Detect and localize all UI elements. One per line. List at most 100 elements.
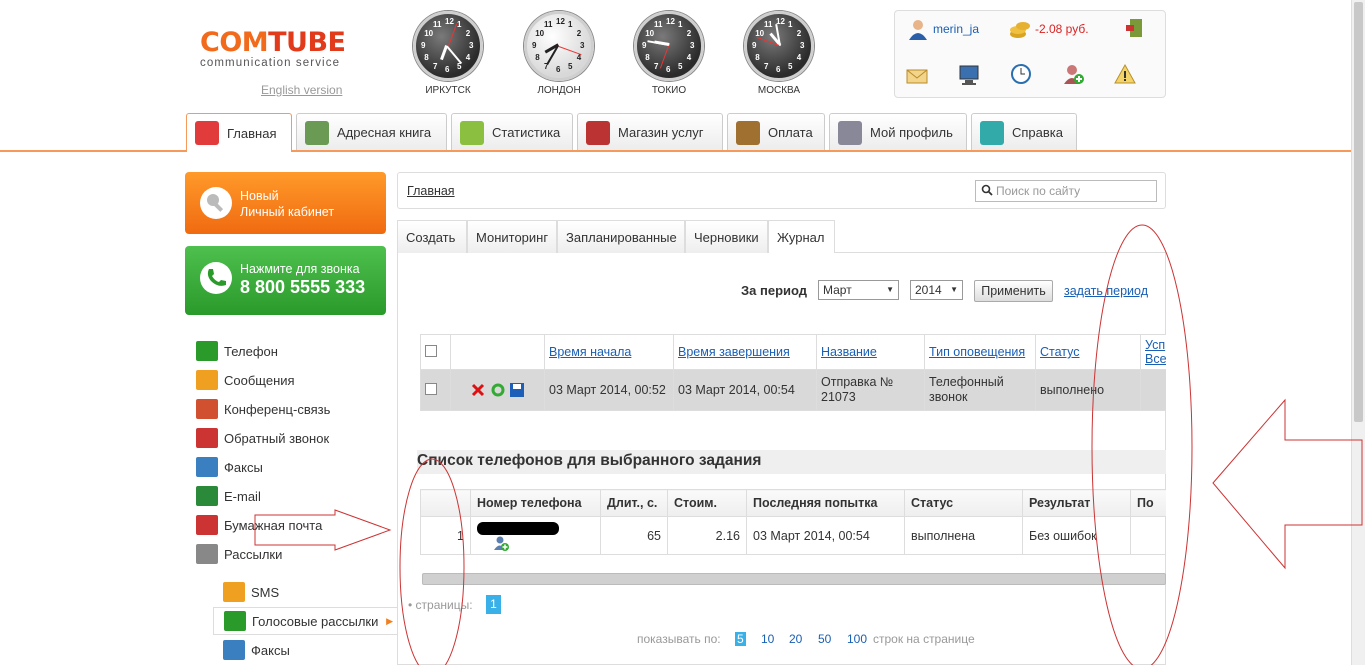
current-page[interactable]: 1 [486,595,501,614]
pages-label-wrap: • страницы: [408,598,473,612]
col-name[interactable]: Название [821,345,877,359]
col-end-time[interactable]: Время завершения [678,345,790,359]
col-result[interactable]: Результат [1022,489,1131,517]
select-all-checkbox[interactable] [425,344,437,357]
period-label: За период [741,283,808,298]
sidebar-item-1[interactable]: Телефон [196,340,278,362]
subtab-label: Запланированные [566,229,677,245]
page-size-option[interactable]: 100 [847,632,867,646]
sidebar-item-7[interactable]: Бумажная почта [196,514,322,536]
mail-icon[interactable] [906,65,928,87]
tab-3[interactable]: Статистика [451,113,573,151]
sidebar-item-icon [196,457,218,477]
year-select[interactable]: 2014 [910,280,963,300]
col-success-all[interactable]: Все [1145,352,1166,366]
tab-icon [838,120,862,145]
sidebar-item-label: Конференц-связь [224,401,331,417]
tab-4[interactable]: Магазин услуг [577,113,723,151]
subnav-item-3[interactable]: Факсы [213,636,397,664]
row-checkbox[interactable] [425,382,437,395]
clock-icon[interactable] [1010,63,1032,85]
month-select[interactable]: Март [818,280,899,300]
subnav-item-1[interactable]: SMS [213,578,397,606]
show-label: показывать по: [637,632,721,646]
clock-city-label: ТОКИО [651,85,687,96]
row-notify-type: Телефонный звонок [924,369,1036,411]
subtab-3[interactable]: Запланированные [557,220,685,253]
col-cost[interactable]: Стоим. [667,489,747,517]
brand-part-a: COM [200,27,269,58]
subtab-label: Создать [406,229,456,245]
annotation-arrow-left [1212,398,1363,570]
col-duration[interactable]: Длит., с. [600,489,668,517]
page-size-option[interactable]: 50 [818,632,831,646]
horizontal-scrollbar[interactable] [422,573,1166,585]
key-icon [200,187,232,219]
page-size-option[interactable]: 5 [735,632,746,646]
clock-city-label: ЛОНДОН [537,85,581,96]
new-cabinet-line2: Личный кабинет [240,205,335,219]
english-version-link[interactable]: English version [261,83,342,97]
sidebar-item-4[interactable]: Обратный звонок [196,427,329,449]
col-phone-number[interactable]: Номер телефона [470,489,601,517]
tab-7[interactable]: Справка [971,113,1077,151]
subtab-5[interactable]: Журнал [768,220,835,253]
col-last-try[interactable]: Последняя попытка [746,489,905,517]
clock-city-label: МОСКВА [757,85,801,96]
sidebar-item-label: Телефон [224,343,278,359]
save-icon[interactable] [509,382,525,398]
user-avatar-icon [907,18,929,40]
sidebar-item-3[interactable]: Конференц-связь [196,398,330,420]
add-contact-icon[interactable] [1062,63,1084,85]
warning-icon[interactable] [1114,63,1136,85]
exit-door-icon[interactable] [1124,17,1146,39]
delete-icon[interactable] [470,382,486,398]
page-size-option[interactable]: 10 [761,632,774,646]
sidebar-item-2[interactable]: Сообщения [196,369,295,391]
page-scrollbar[interactable] [1351,0,1365,665]
tab-5[interactable]: Оплата [727,113,825,151]
subnav-item-2[interactable]: Голосовые рассылки ▶ [213,607,397,635]
new-cabinet-button[interactable]: Новый Личный кабинет [185,172,386,234]
search-input[interactable]: Поиск по сайту [975,180,1157,202]
scrollbar-thumb[interactable] [1354,2,1363,422]
sidebar-item-8[interactable]: Рассылки [196,543,282,565]
apply-button[interactable]: Применить [974,280,1053,302]
row-success: 1 [1140,369,1166,411]
subtab-label: Журнал [777,229,825,245]
subtab-4[interactable]: Черновики [685,220,768,253]
col-status[interactable]: Статус [1040,345,1080,359]
subtab-1[interactable]: Создать [397,220,467,253]
subnav-item-icon [223,640,245,660]
phones-table: Номер телефона Длит., с. Стоим. Последня… [420,489,1166,555]
tab-2[interactable]: Адресная книга [296,113,447,151]
brand-part-b: TUBE [268,27,346,58]
clock-3: 12 1 2 3 4 5 6 7 8 9 10 11 ТОКИО [633,11,705,96]
table-row[interactable]: 1 65 2.16 03 Март 2014, 00:54 выполнена … [420,516,1166,555]
call-button[interactable]: Нажмите для звонка 8 800 5555 333 [185,246,386,315]
tab-6[interactable]: Мой профиль [829,113,967,151]
subnav-item-label: Факсы [251,642,290,658]
balance-link[interactable]: -2.08 руб. [1035,22,1089,36]
tab-1[interactable]: Главная [186,113,292,152]
sidebar-item-6[interactable]: E-mail [196,485,261,507]
col-phone-status[interactable]: Статус [904,489,1023,517]
col-more[interactable]: По [1130,489,1166,517]
repeat-icon[interactable] [490,382,506,398]
sidebar-item-icon [196,399,218,419]
monitor-icon[interactable] [958,64,980,86]
page-size-option[interactable]: 20 [789,632,802,646]
sidebar-item-5[interactable]: Факсы [196,456,263,478]
subtab-2[interactable]: Мониторинг [467,220,557,253]
username-link[interactable]: merin_ja [933,22,979,36]
col-start-time[interactable]: Время начала [549,345,631,359]
col-success[interactable]: Усп [1145,338,1165,352]
breadcrumb-home[interactable]: Главная [407,184,455,198]
col-notify-type[interactable]: Тип оповещения [929,345,1025,359]
row-end-time: 03 Март 2014, 00:54 [673,369,817,411]
set-period-link[interactable]: задать период [1064,284,1148,298]
table-row[interactable]: 03 Март 2014, 00:52 03 Март 2014, 00:54 … [420,369,1166,411]
add-contact-icon[interactable] [493,535,509,551]
sidebar-item-label: Рассылки [224,546,283,562]
pages-label: страницы: [415,598,473,612]
